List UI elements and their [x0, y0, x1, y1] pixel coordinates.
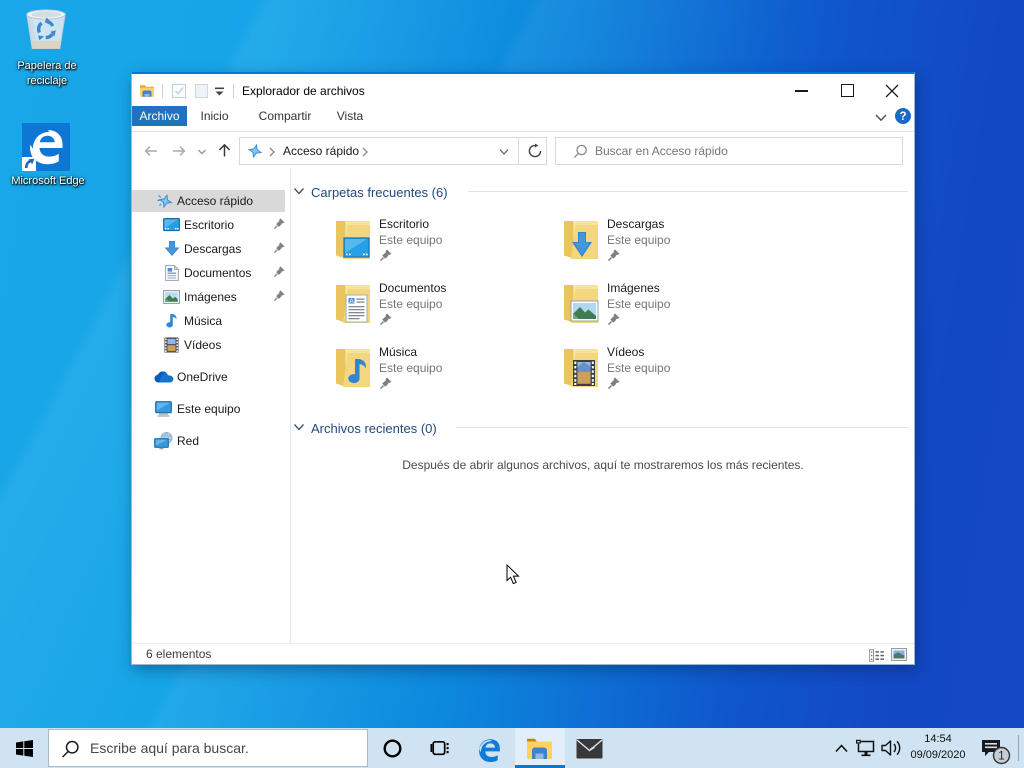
svg-text:A: A — [349, 298, 354, 305]
svg-text:?: ? — [899, 111, 906, 123]
svg-text:1: 1 — [998, 751, 1004, 763]
